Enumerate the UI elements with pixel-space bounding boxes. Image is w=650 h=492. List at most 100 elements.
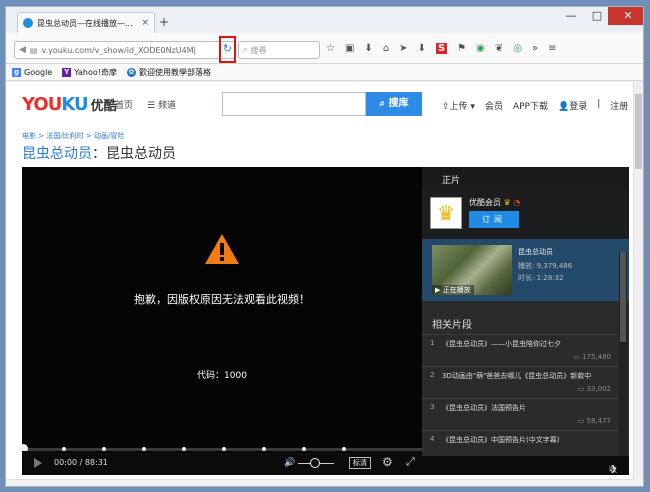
bookmark-yahoo[interactable]: Y Yahoo!奇摩 xyxy=(62,67,117,78)
page-title-link[interactable]: 昆虫总动员 xyxy=(22,146,92,162)
reload-button-highlight[interactable]: ↻ xyxy=(219,36,236,63)
reload-icon[interactable]: ↻ xyxy=(221,38,234,60)
app-download-link[interactable]: APP下载 xyxy=(513,99,548,112)
vip-name: 优酷会员 xyxy=(469,198,501,207)
episode-view-count: 58,477 xyxy=(586,417,612,425)
upload-icon: ⇪ xyxy=(442,102,450,112)
site-info-icon[interactable]: ▤ xyxy=(30,46,38,55)
shield-icon[interactable]: ◉ xyxy=(476,43,485,54)
new-tab-button[interactable]: + xyxy=(159,15,169,29)
link-separator: | xyxy=(597,99,601,109)
header-links: ⇪上传 ▾ 会员 APP下载 👤登录 | 注册 xyxy=(442,99,628,112)
address-bar[interactable]: ◀ ▤ v.youku.com/v_show/id_XODE0NzU4Mj xyxy=(14,41,236,59)
bookmark-star-icon[interactable]: ☆ xyxy=(326,43,335,54)
subscribe-button[interactable]: 订阅 xyxy=(469,211,519,228)
hamburger-icon: ☰ xyxy=(147,101,158,111)
logo-text-you: YOU xyxy=(22,94,62,115)
nav-channels[interactable]: ☰ 频道 xyxy=(147,98,176,111)
logo-text-cn: 优酷 xyxy=(90,99,117,114)
vip-box: ♛ 优酷会员 ♛ ◔ 订阅 xyxy=(422,189,629,239)
volume-handle[interactable] xyxy=(310,458,320,468)
home-icon[interactable]: ⌂ xyxy=(383,43,389,54)
playlist-footer: 收起列表 ❯ xyxy=(422,456,629,485)
blog-icon: ✿ xyxy=(126,67,136,77)
upload-link[interactable]: ⇪上传 ▾ xyxy=(442,99,475,112)
bookmark-google[interactable]: g Google xyxy=(12,67,53,77)
current-video-duration: 时长: 1:28:32 xyxy=(518,274,564,282)
minimize-button[interactable]: — xyxy=(558,7,584,25)
error-message: 抱歉，因版权原因无法观看此视频！ xyxy=(134,293,310,306)
time-display: 00:00 / 88:31 xyxy=(54,458,108,467)
now-playing-text: 正在播放 xyxy=(442,286,471,294)
close-window-button[interactable]: ✕ xyxy=(608,7,643,25)
playlist-scrollbar[interactable] xyxy=(619,252,627,457)
settings-icon[interactable]: ⚙ xyxy=(382,455,393,469)
current-video-title: 昆虫总动员 xyxy=(518,248,553,256)
send-icon[interactable]: ➤ xyxy=(399,43,407,54)
search-input[interactable]: ⌕ 搜尋 xyxy=(238,41,320,59)
bookmark-label: Google xyxy=(24,67,53,77)
fullscreen-icon[interactable]: ⤢ xyxy=(406,455,415,469)
page-horizontal-scrollbar[interactable] xyxy=(6,479,633,486)
episode-title: 《昆虫总动员》——小昆虫陪你过七夕 xyxy=(442,340,561,348)
overflow-icon[interactable]: » xyxy=(532,43,538,54)
leaf-icon[interactable]: ❦ xyxy=(495,43,503,54)
menu-icon[interactable]: ≡ xyxy=(548,43,556,54)
tab-close-icon[interactable]: × xyxy=(141,18,149,28)
current-video-item[interactable]: ▶ 正在播放 昆虫总动员 播放: 9,379,486 时长: 1:28:32 xyxy=(422,239,629,301)
player-controls: 00:00 / 88:31 🔊 标清 ⚙ ⤢ xyxy=(22,451,422,475)
breadcrumb[interactable]: 电影 > 法国/比利时 > 动画/冒险 xyxy=(22,131,124,141)
related-clips-heading: 相关片段 xyxy=(432,320,472,331)
view-count-icon: ▭ xyxy=(577,417,587,425)
page-vertical-scrollbar[interactable] xyxy=(633,82,643,479)
playlist-panel: 正片 ♛ 优酷会员 ♛ ◔ 订阅 ▶ 正在播放 昆虫总动员 播放: 9,379,… xyxy=(422,167,629,456)
bookmark-blog[interactable]: ✿ 歡迎使用教學部落格 xyxy=(126,67,211,78)
magnifier-icon: ⌕ xyxy=(243,45,248,54)
nav-home[interactable]: 首页 xyxy=(115,98,133,111)
crown-avatar-icon: ♛ xyxy=(430,197,462,229)
play-icon[interactable] xyxy=(34,458,42,468)
register-link[interactable]: 注册 xyxy=(610,99,628,112)
site-search-input[interactable] xyxy=(222,92,366,116)
download-icon[interactable]: ⬇ xyxy=(364,43,372,54)
list-item[interactable]: 2 3D动画由"萌"爸爸去哪儿《昆虫总动员》新款中 ▭ 33,002 xyxy=(422,366,617,398)
browser-window: 昆虫总动员—在线播放—... × + — □ ✕ ◀ ▤ v.youku.com… xyxy=(5,6,644,487)
episode-title: 3D动画由"萌"爸爸去哪儿《昆虫总动员》新款中 xyxy=(442,372,592,380)
bookmark-label: 歡迎使用教學部落格 xyxy=(138,67,211,77)
now-playing-label: ▶ 正在播放 xyxy=(432,285,474,295)
back-icon[interactable]: ◀ xyxy=(19,45,26,55)
youku-logo[interactable]: YOUKU 优酷 xyxy=(22,94,117,115)
flag-icon[interactable]: ⚑ xyxy=(457,43,466,54)
page-scroll-thumb[interactable] xyxy=(635,94,642,169)
green-circle-icon[interactable]: ◎ xyxy=(513,43,522,54)
s-extension-icon[interactable]: S xyxy=(435,43,448,54)
episode-views: ▭ 58,477 xyxy=(578,417,611,425)
upload-label: 上传 xyxy=(449,102,468,112)
search-placeholder: 搜尋 xyxy=(250,45,267,55)
login-link[interactable]: 👤登录 xyxy=(558,99,587,112)
page-title-separator: ： xyxy=(92,146,106,162)
volume-icon[interactable]: 🔊 xyxy=(284,458,295,468)
current-video-plays: 播放: 9,379,486 xyxy=(518,262,573,270)
extension-download-icon[interactable]: ⬇ xyxy=(418,43,426,54)
logo-text-ku: KU xyxy=(61,94,88,115)
list-item[interactable]: 1 《昆虫总动员》——小昆虫陪你过七夕 ▭ 175,480 xyxy=(422,334,617,366)
search-icon: ⌕ xyxy=(379,98,389,109)
video-player[interactable]: 抱歉，因版权原因无法观看此视频！ 代码：1000 xyxy=(22,167,422,448)
bookmarks-bar: g Google Y Yahoo!奇摩 ✿ 歡迎使用教學部落格 xyxy=(6,64,643,81)
playlist-scroll-thumb[interactable] xyxy=(620,252,626,342)
yahoo-icon: Y xyxy=(62,67,72,77)
site-search-button[interactable]: ⌕ 搜库 xyxy=(366,92,422,116)
member-link[interactable]: 会员 xyxy=(485,99,503,112)
list-item[interactable]: 3 《昆虫总动员》法国预告片 ▭ 58,477 xyxy=(422,398,617,430)
episode-number: 4 xyxy=(430,435,435,443)
browser-tab[interactable]: 昆虫总动员—在线播放—... × xyxy=(17,12,155,33)
clipboard-icon[interactable]: ▣ xyxy=(345,43,354,54)
tab-feature[interactable]: 正片 xyxy=(422,167,629,189)
maximize-button[interactable]: □ xyxy=(584,7,610,25)
episode-number: 2 xyxy=(430,371,435,379)
view-count-icon: ▭ xyxy=(577,385,587,393)
warning-icon xyxy=(205,234,239,264)
quality-button[interactable]: 标清 xyxy=(349,457,371,469)
url-text: v.youku.com/v_show/id_XODE0NzU4Mj xyxy=(41,45,196,55)
